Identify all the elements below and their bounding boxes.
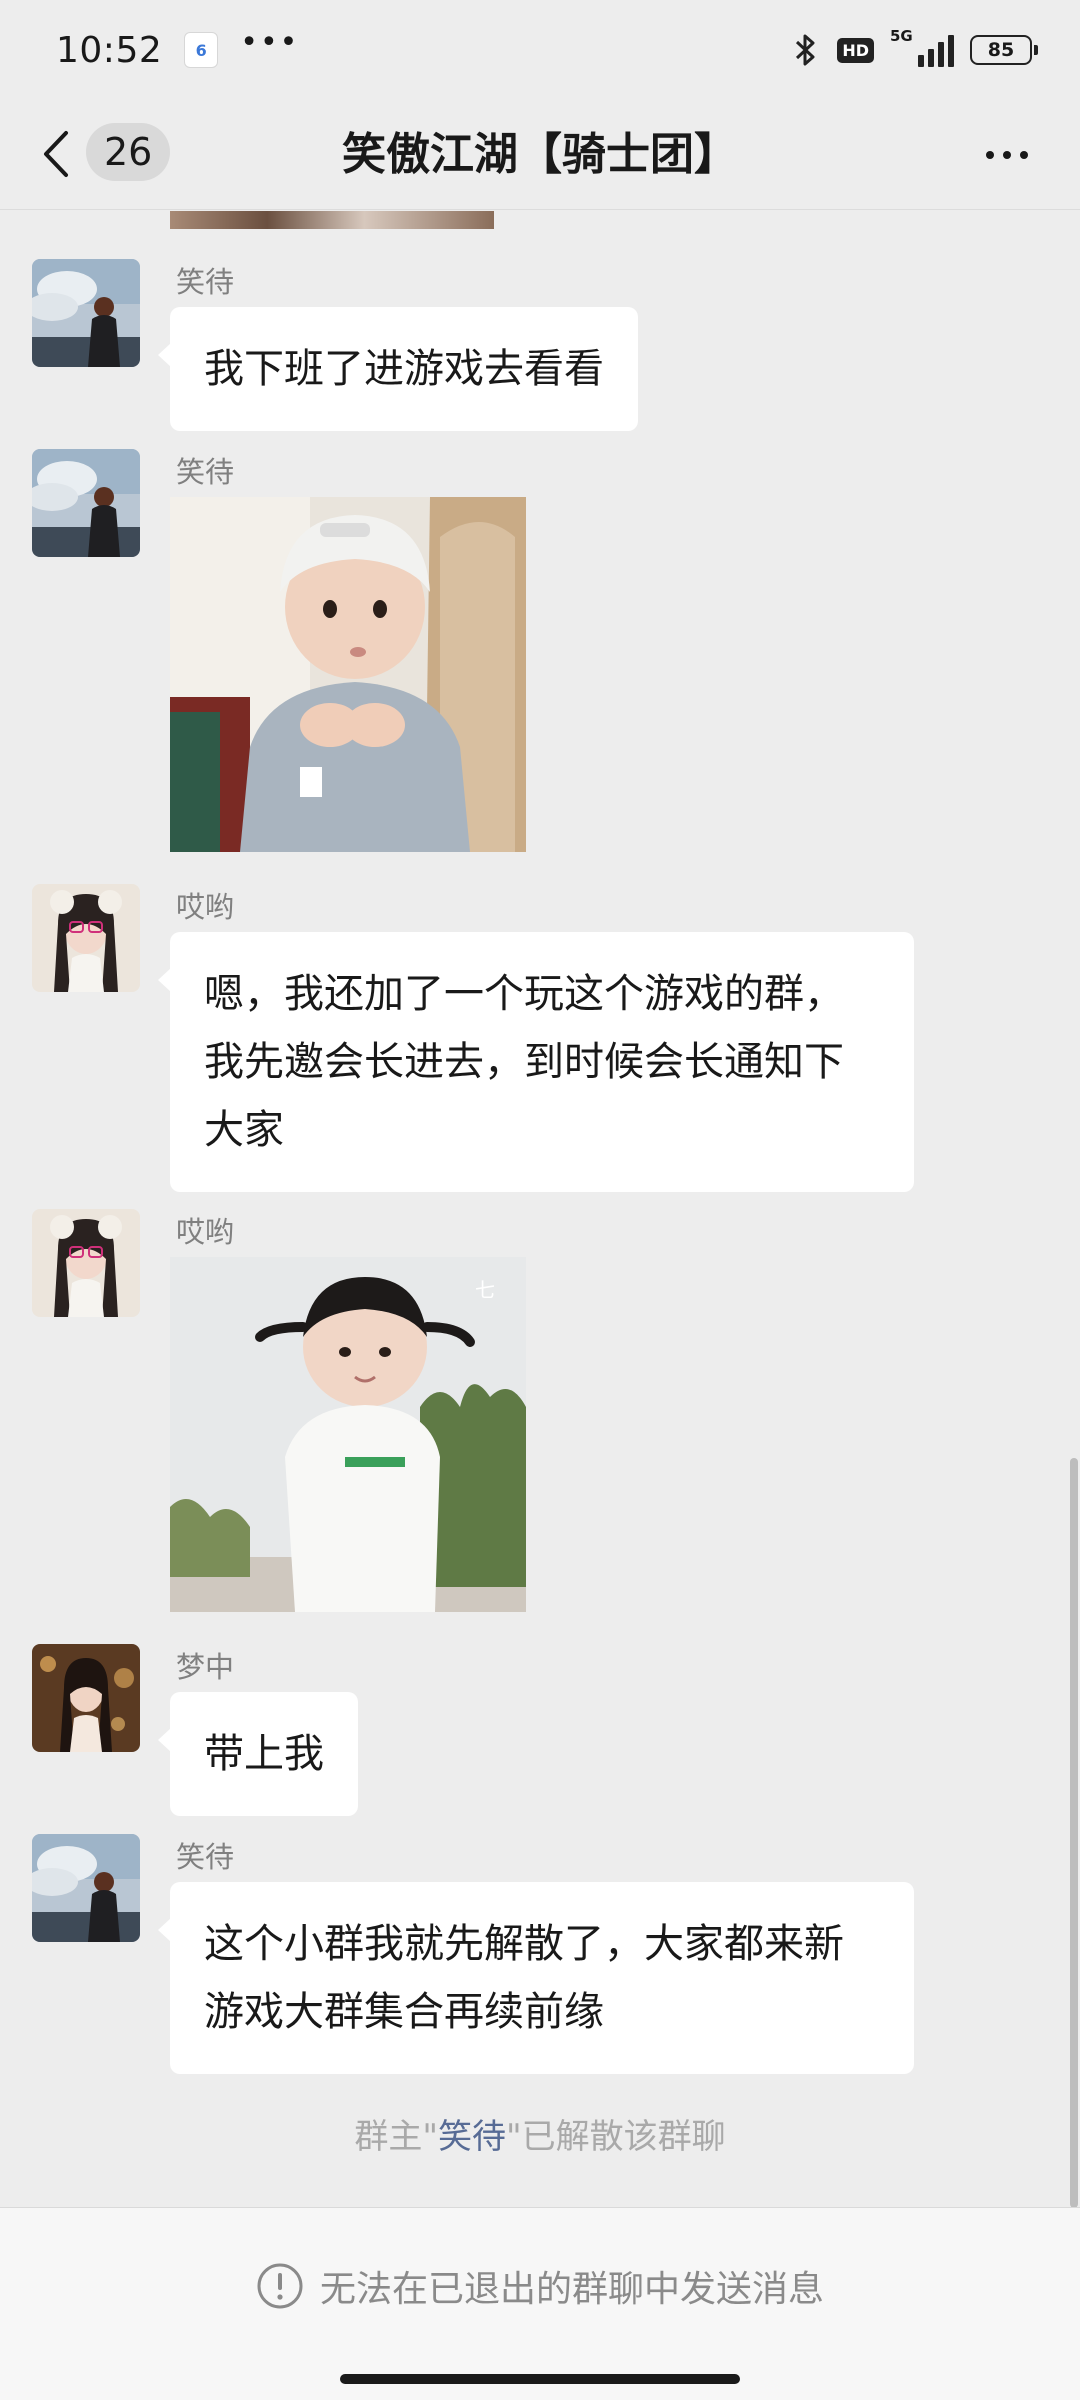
network-type-label: 5G [890,27,913,45]
status-time: 10:52 [56,29,163,71]
notice-prefix: 群主" [354,2117,438,2157]
scrollbar[interactable] [1070,1458,1078,2208]
svg-text:七: 七 [475,1278,495,1302]
chevron-left-icon [44,131,68,177]
system-notice: 群主"笑待"已解散该群聊 [0,2109,1080,2158]
baby-beanie-sticker-image [170,497,526,852]
more-dot [986,151,994,159]
sender-name: 笑待 [176,265,235,299]
status-right: HD 5G 85 [791,27,1038,68]
hd-voice-badge: HD [837,37,874,63]
more-dot [1003,151,1011,159]
signal-icon: 5G [890,27,954,67]
notice-suffix: "已解散该群聊 [506,2117,726,2157]
more-dot [1020,151,1028,159]
message-bubble[interactable]: 这个小群我就先解散了，大家都来新游戏大群集合再续前缘 [158,1882,914,2074]
message-bubble[interactable]: 带上我 [158,1692,358,1816]
more-notifications-icon: ••• [240,25,300,60]
input-area-disabled: 无法在已退出的群聊中发送消息 [0,2207,1080,2400]
sender-name: 哎哟 [176,1215,235,1249]
more-options-button[interactable] [972,130,1042,180]
battery-level: 85 [987,39,1015,61]
sender-name: 哎哟 [176,890,235,924]
bluetooth-icon [796,34,815,66]
back-button[interactable] [40,124,84,184]
disabled-notice-text: 无法在已退出的群聊中发送消息 [319,2269,824,2310]
avatar-xiaodai[interactable] [32,259,140,367]
chat-header: 26 笑傲江湖【骑士团】 [0,100,1080,210]
sender-name: 梦中 [176,1650,235,1684]
avatar-aiyo[interactable] [32,884,140,992]
baby-pigtails-sticker-image: 七 [170,1257,526,1612]
avatar-aiyo[interactable] [32,1209,140,1317]
disabled-notice: 无法在已退出的群聊中发送消息 [0,2260,1080,2312]
unread-count-badge[interactable]: 26 [86,123,171,181]
battery-icon: 85 [970,35,1038,65]
message-bubble[interactable]: 嗯，我还加了一个玩这个游戏的群，我先邀会长进去，到时候会长通知下大家 [158,932,914,1192]
status-left: 10:52 6 ••• [56,25,300,71]
group-owner-link[interactable]: 笑待 [438,2117,506,2157]
notification-app-icon: 6 [184,32,219,68]
sender-name: 笑待 [176,455,235,489]
home-indicator[interactable] [340,2374,740,2384]
image-message[interactable] [170,497,526,852]
avatar-xiaodai[interactable] [32,449,140,557]
message-bubble[interactable]: 我下班了进游戏去看看 [158,307,638,431]
message-list[interactable]: 笑待 我下班了进游戏去看看 笑待 哎哟 嗯，我还加了一个玩这个游戏的群，我先邀会… [0,211,1080,2206]
avatar-xiaodai[interactable] [32,1834,140,1942]
sender-name: 笑待 [176,1840,235,1874]
status-bar: 10:52 6 ••• HD 5G 85 [0,0,1080,100]
previous-image-fragment[interactable] [170,211,494,229]
image-message[interactable]: 七 [170,1257,526,1612]
exclamation-circle-icon [257,2263,303,2309]
avatar-mengzhong[interactable] [32,1644,140,1752]
